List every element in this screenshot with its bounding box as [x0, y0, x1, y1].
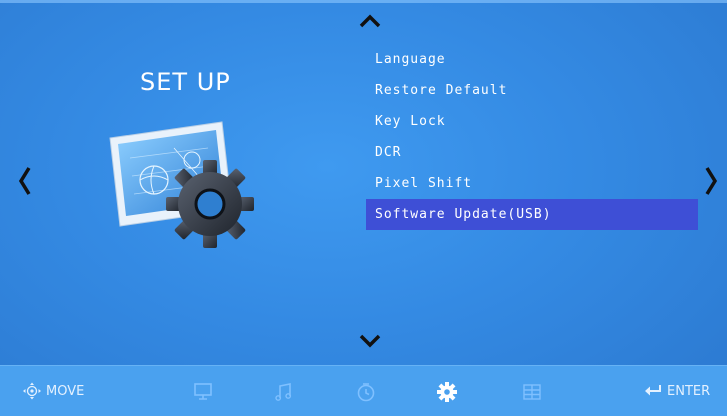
top-border — [0, 0, 727, 3]
move-label: MOVE — [46, 383, 85, 399]
enter-hint: ENTER — [644, 382, 710, 400]
enter-label: ENTER — [667, 383, 711, 399]
chevron-right-icon[interactable] — [704, 166, 718, 196]
page-title: SET UP — [140, 68, 231, 96]
grid-icon[interactable] — [521, 381, 543, 403]
clock-icon[interactable] — [355, 381, 377, 403]
bottom-bar-divider — [0, 365, 727, 366]
menu-item-software-update[interactable]: Software Update(USB) — [366, 199, 698, 230]
monitor-icon[interactable] — [192, 381, 214, 403]
music-note-icon[interactable] — [273, 381, 295, 403]
menu-item-restore-default[interactable]: Restore Default — [366, 75, 698, 106]
gear-icon[interactable] — [436, 381, 458, 403]
menu-item-key-lock[interactable]: Key Lock — [366, 106, 698, 137]
setup-screen: SET UP Language Restore Default Key Lock… — [0, 0, 727, 416]
chevron-down-icon[interactable] — [359, 334, 381, 348]
menu-item-pixel-shift[interactable]: Pixel Shift — [366, 168, 698, 199]
setup-menu-list: Language Restore Default Key Lock DCR Pi… — [366, 44, 698, 230]
menu-item-language[interactable]: Language — [366, 44, 698, 75]
setup-illustration-icon — [109, 121, 254, 248]
move-arrows-icon — [23, 382, 41, 400]
chevron-left-icon[interactable] — [18, 166, 32, 196]
chevron-up-icon[interactable] — [359, 14, 381, 28]
move-hint: MOVE — [22, 382, 84, 400]
menu-item-dcr[interactable]: DCR — [366, 137, 698, 168]
enter-arrow-icon — [645, 385, 661, 396]
